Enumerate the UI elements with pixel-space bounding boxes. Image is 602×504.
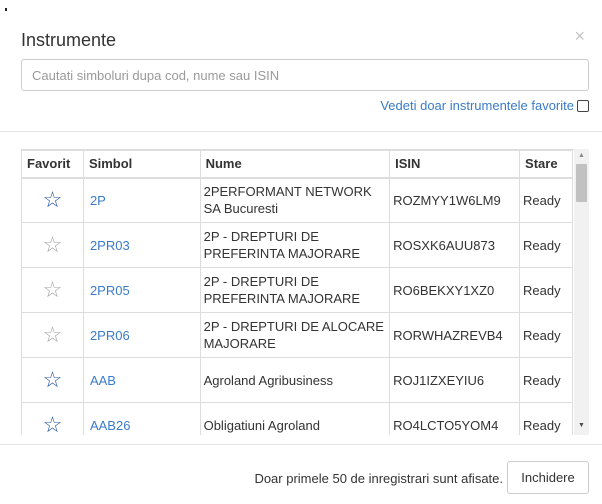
- column-header-symbol[interactable]: Simbol: [82, 150, 201, 179]
- scrollbar-thumb[interactable]: [576, 164, 587, 202]
- results-limit-note: Doar primele 50 de inregistrari sunt afi…: [254, 471, 503, 486]
- search-input[interactable]: [21, 59, 589, 91]
- table-scrollbar[interactable]: ▲ ▼: [574, 149, 589, 435]
- isin-cell: RO4LCTO5YOM4: [389, 402, 521, 435]
- scroll-up-arrow-icon[interactable]: ▲: [574, 152, 589, 160]
- favorite-star-icon[interactable]: ☆: [43, 367, 63, 392]
- symbol-cell[interactable]: 2PR03: [82, 222, 201, 268]
- instruments-table-container[interactable]: Favorit Simbol Nume ISIN Stare ☆ 2P 2PERFO…: [21, 149, 589, 435]
- state-cell: Ready: [519, 267, 573, 313]
- star-outline-icon[interactable]: ☆: [43, 232, 63, 257]
- symbol-cell[interactable]: 2P: [82, 177, 201, 223]
- column-header-name[interactable]: Nume: [199, 150, 391, 179]
- favorite-cell: ☆: [21, 312, 84, 358]
- favorite-cell: ☆: [21, 177, 84, 223]
- header-divider: [0, 131, 602, 132]
- isin-cell: RORWHAZREVB4: [389, 312, 521, 358]
- favorites-filter-checkbox[interactable]: [577, 99, 589, 112]
- state-cell: Ready: [519, 312, 573, 358]
- instruments-table: Favorit Simbol Nume ISIN Stare ☆ 2P 2PERFO…: [21, 150, 573, 435]
- symbol-cell[interactable]: 2PR06: [82, 312, 201, 358]
- state-cell: Ready: [519, 402, 573, 435]
- close-icon[interactable]: ×: [574, 27, 585, 45]
- isin-cell: ROZMYY1W6LM9: [389, 177, 521, 223]
- favorite-star-icon[interactable]: ☆: [43, 412, 63, 436]
- favorite-cell: ☆: [21, 402, 84, 436]
- isin-cell: RO6BEKXY1XZ0: [389, 267, 521, 313]
- scroll-down-arrow-icon[interactable]: ▼: [574, 422, 589, 430]
- dialog-title: Instrumente: [21, 30, 117, 50]
- favorite-cell: ☆: [21, 357, 84, 403]
- column-header-isin[interactable]: ISIN: [389, 150, 521, 179]
- symbol-cell[interactable]: AAB26: [82, 402, 201, 435]
- table-row[interactable]: ☆ 2PR06 2P - DREPTURI DE ALOCARE MAJORARE R…: [21, 312, 573, 358]
- favorites-filter-link[interactable]: Vedeti doar instrumentele favorite: [380, 98, 574, 113]
- star-outline-icon[interactable]: ☆: [43, 322, 63, 347]
- favorite-cell: ☆: [21, 267, 84, 313]
- table-row[interactable]: ☆ AAB26 Obligatiuni Agroland RO4LCTO5YOM4 Re…: [21, 402, 573, 436]
- name-cell: 2P - DREPTURI DE ALOCARE MAJORARE: [199, 312, 391, 358]
- state-cell: Ready: [519, 177, 573, 223]
- state-cell: Ready: [519, 357, 573, 403]
- symbol-cell[interactable]: AAB: [82, 357, 201, 403]
- name-cell: 2P - DREPTURI DE PREFERINTA MAJORARE: [199, 222, 391, 268]
- favorites-filter: Vedeti doar instrumentele favorite: [380, 98, 589, 113]
- table-row[interactable]: ☆ AAB Agroland Agribusiness ROJ1IZXEYIU6 Rea…: [21, 357, 573, 403]
- table-row[interactable]: ☆ 2PR03 2P - DREPTURI DE PREFERINTA MAJORA…: [21, 222, 573, 268]
- table-row[interactable]: ☆ 2P 2PERFORMANT NETWORK SA Bucuresti ROZMY…: [21, 177, 573, 223]
- table-header-row: Favorit Simbol Nume ISIN Stare: [21, 150, 573, 179]
- name-cell: 2PERFORMANT NETWORK SA Bucuresti: [199, 177, 391, 223]
- table-row[interactable]: ☆ 2PR05 2P - DREPTURI DE PREFERINTA MAJORA…: [21, 267, 573, 313]
- column-header-favorite[interactable]: Favorit: [21, 150, 84, 179]
- name-cell: 2P - DREPTURI DE PREFERINTA MAJORARE: [199, 267, 391, 313]
- favorite-cell: ☆: [21, 222, 84, 268]
- state-cell: Ready: [519, 222, 573, 268]
- close-button[interactable]: Inchidere: [507, 461, 589, 494]
- symbol-cell[interactable]: 2PR05: [82, 267, 201, 313]
- name-cell: Obligatiuni Agroland: [199, 402, 391, 435]
- name-cell: Agroland Agribusiness: [199, 357, 391, 403]
- column-header-state[interactable]: Stare: [519, 150, 573, 179]
- footer-divider: [0, 444, 602, 445]
- isin-cell: ROSXK6AUU873: [389, 222, 521, 268]
- isin-cell: ROJ1IZXEYIU6: [389, 357, 521, 403]
- star-outline-icon[interactable]: ☆: [43, 277, 63, 302]
- window-corner-mark: [5, 8, 7, 11]
- favorite-star-icon[interactable]: ☆: [43, 187, 63, 212]
